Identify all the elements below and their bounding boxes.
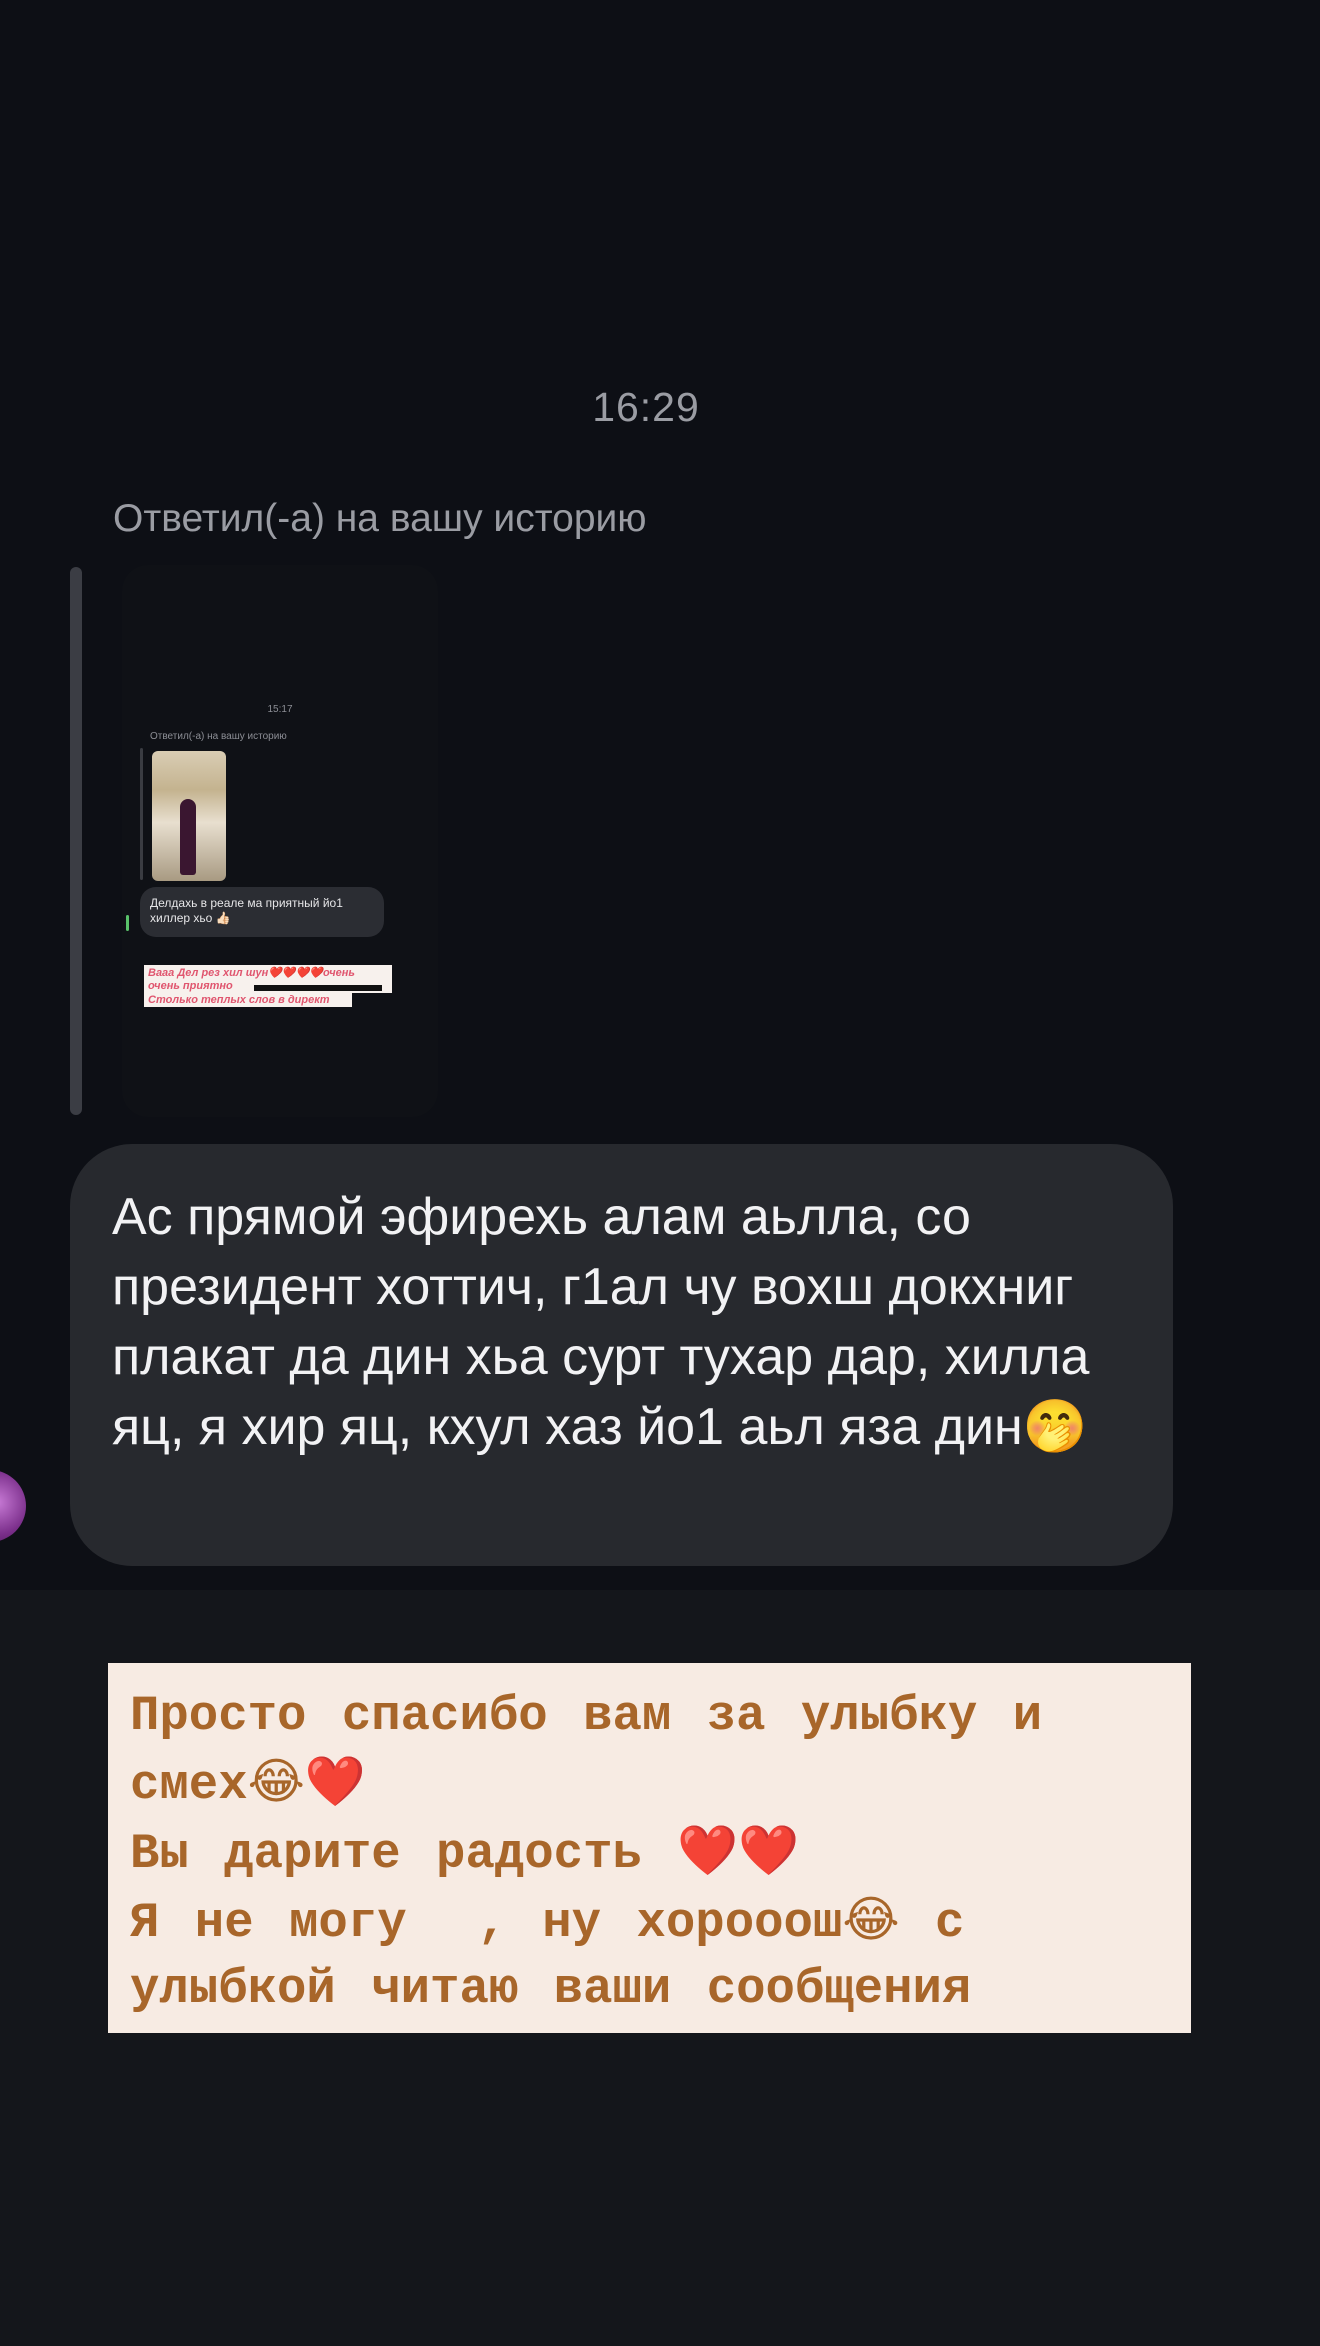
reply-indicator-bar	[70, 567, 82, 1115]
sticker-line-3-text: Вы дарите радость	[130, 1826, 678, 1882]
message-text: Ас прямой эфирехь алам аьлла, со президе…	[112, 1188, 1090, 1456]
sticker-line-2-text: смех	[130, 1757, 248, 1813]
person-figure	[180, 799, 196, 875]
text-sticker: Просто спасибо вам за улыбку и смех😂❤️ В…	[108, 1663, 1191, 2033]
sticker-line-4-tail: с	[899, 1895, 965, 1951]
laughing-crying-emoji: 😂	[842, 1891, 900, 1948]
hearts-emoji: ❤️❤️	[677, 1822, 800, 1879]
story-reply-label: Ответил(-а) на вашу историю	[113, 497, 647, 540]
message-timestamp: 16:29	[592, 384, 700, 430]
sticker-line-5: улыбкой читаю ваши сообщения	[130, 1961, 972, 2017]
laughing-crying-heart-emoji: 😂❤️	[247, 1753, 366, 1810]
story-preview-bubble: Делдахь в реале ма приятный йо1 хиллер х…	[140, 887, 384, 937]
message-bubble[interactable]: Ас прямой эфирехь алам аьлла, со президе…	[70, 1144, 1173, 1566]
story-preview-redaction	[254, 985, 382, 991]
story-preview-green-marker	[126, 915, 129, 931]
sticker-line-1: Просто спасибо вам за улыбку и	[130, 1688, 1043, 1744]
story-preview-reply-label: Ответил(-а) на вашу историю	[150, 731, 287, 742]
avatar[interactable]	[0, 1470, 26, 1542]
story-preview-reply-bar	[140, 748, 143, 880]
story-preview-sticker-line: Столько теплых слов в директ	[144, 993, 352, 1007]
story-preview-card[interactable]: 15:17 Ответил(-а) на вашу историю Делдах…	[122, 565, 438, 1117]
chat-screenshot: 16:29 Ответил(-а) на вашу историю 15:17 …	[0, 0, 1320, 1590]
story-preview-sticker-line: Вааа Дел рез хил шун❤️❤️❤️❤️очень	[144, 965, 392, 980]
sticker-line-4-text: Я не могу , ну хорооош	[130, 1895, 843, 1951]
story-preview-time: 15:17	[267, 704, 293, 715]
story-preview-photo	[152, 751, 226, 881]
story-screenshot: 16:29 Ответил(-а) на вашу историю 15:17 …	[0, 0, 1320, 2346]
